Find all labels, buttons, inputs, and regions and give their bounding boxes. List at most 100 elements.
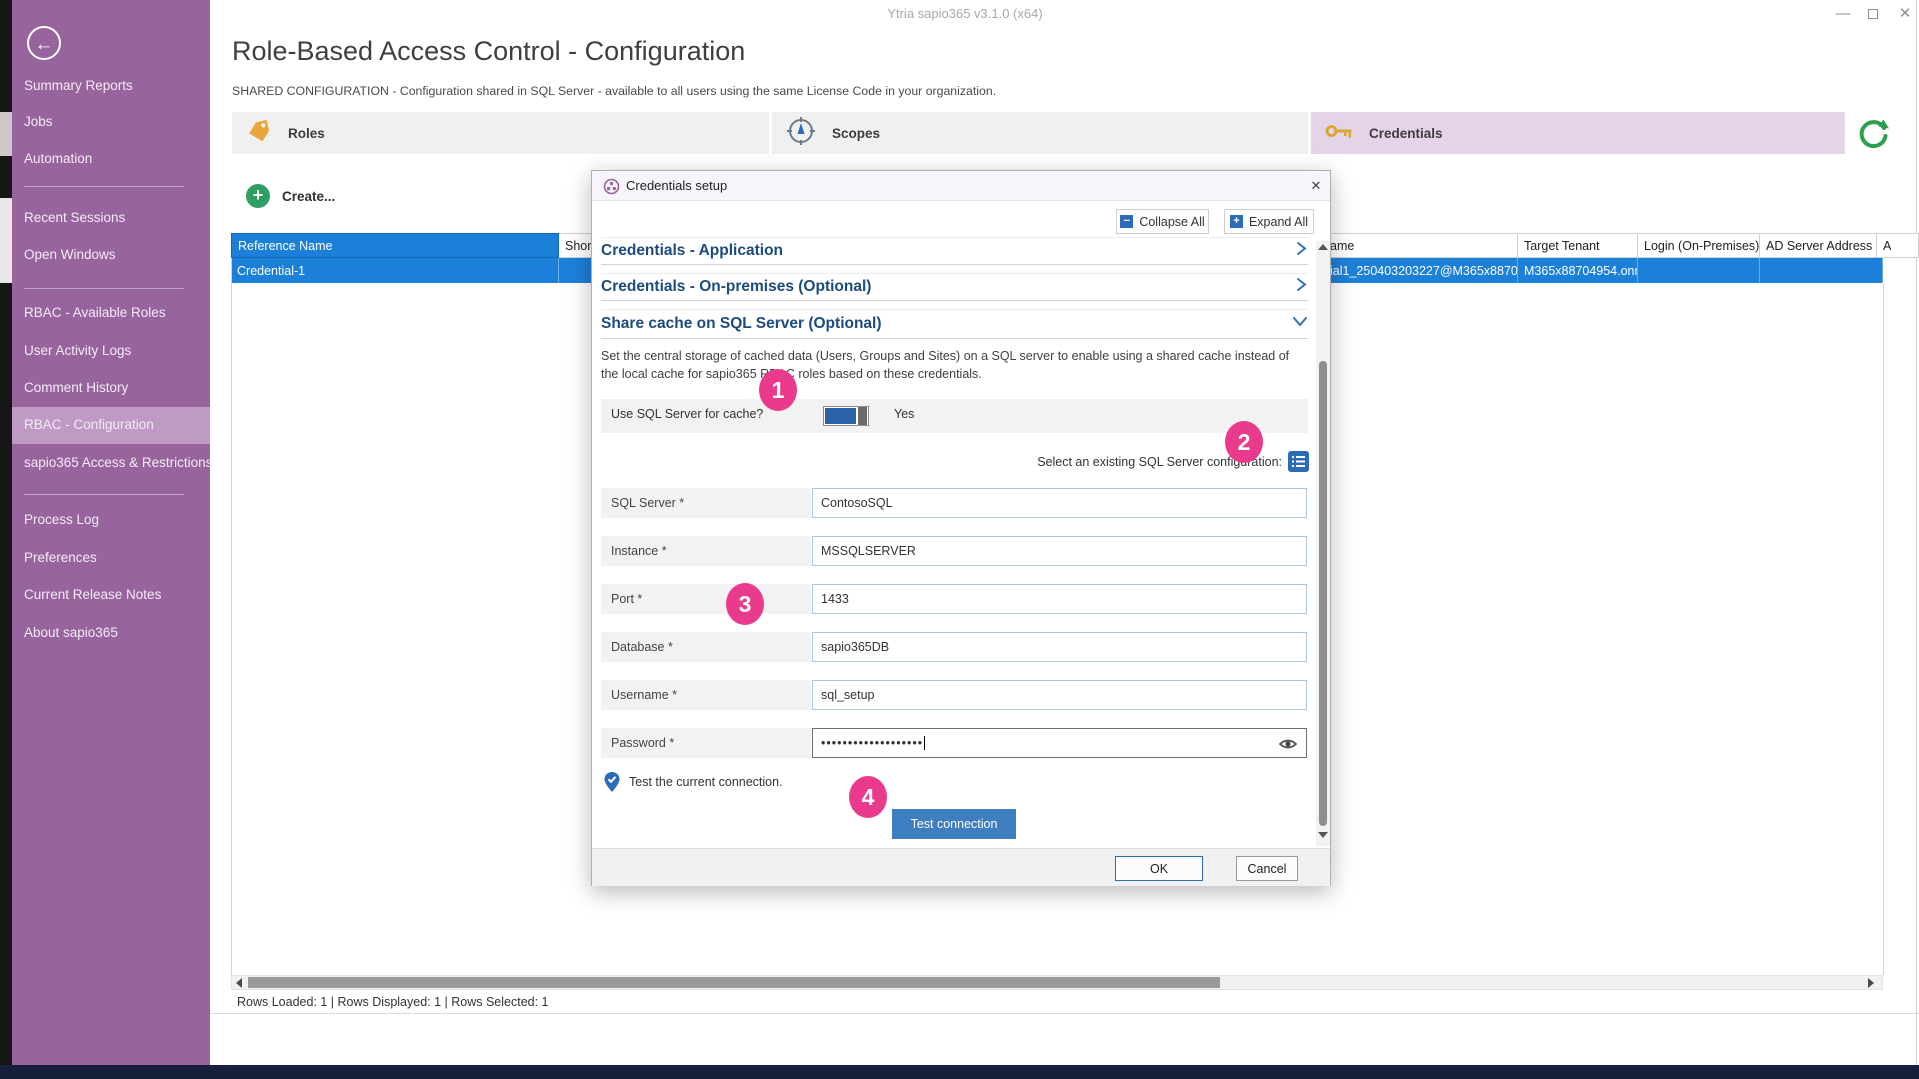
status-bar-text: Rows Loaded: 1 | Rows Displayed: 1 | Row… bbox=[237, 995, 549, 1009]
sidebar-item-comment-history[interactable]: Comment History bbox=[12, 375, 210, 401]
scroll-right-icon[interactable] bbox=[1868, 978, 1874, 988]
section-credentials-on-premises[interactable]: Credentials - On-premises (Optional) bbox=[601, 273, 1308, 301]
section-description: Set the central storage of cached data (… bbox=[601, 347, 1293, 383]
instance-label: Instance * bbox=[601, 536, 811, 566]
sidebar-item-preferences[interactable]: Preferences bbox=[12, 545, 210, 571]
minimize-icon[interactable]: — bbox=[1832, 3, 1854, 25]
toggle-knob[interactable] bbox=[858, 407, 867, 425]
table-row-cell-name-clipped[interactable]: ial1_250403203227@M365x8870 bbox=[1330, 258, 1518, 283]
chevron-down-icon bbox=[1292, 315, 1308, 333]
window-right-edge bbox=[1916, 0, 1917, 1065]
column-header-target-tenant[interactable]: Target Tenant bbox=[1518, 233, 1638, 258]
pin-check-icon bbox=[603, 771, 621, 793]
tab-roles-label: Roles bbox=[288, 126, 325, 141]
sidebar-divider bbox=[24, 186, 184, 187]
chevron-right-icon bbox=[1295, 241, 1308, 261]
section-title: Credentials - Application bbox=[601, 242, 783, 260]
select-existing-config-label: Select an existing SQL Server configurat… bbox=[601, 455, 1282, 469]
app-window: Ytria sapio365 v3.1.0 (x64) — ✕ ← Summar… bbox=[0, 0, 1919, 1079]
dialog-title: Credentials setup bbox=[626, 178, 727, 193]
background-window-fragment bbox=[0, 198, 12, 283]
collapse-all-label: Collapse All bbox=[1139, 215, 1204, 229]
back-arrow-icon[interactable]: ← bbox=[27, 26, 61, 60]
sidebar-item-current-release-notes[interactable]: Current Release Notes bbox=[12, 582, 210, 608]
background-window-fragment bbox=[0, 112, 12, 156]
create-button[interactable]: Create... bbox=[282, 189, 335, 204]
sidebar-item-process-log[interactable]: Process Log bbox=[12, 507, 210, 533]
password-label: Password * bbox=[601, 728, 811, 758]
collapse-all-button[interactable]: − Collapse All bbox=[1116, 209, 1209, 234]
section-title: Credentials - On-premises (Optional) bbox=[601, 278, 871, 296]
tab-scopes-label: Scopes bbox=[832, 126, 880, 141]
column-header-ad-server-address[interactable]: AD Server Address ... bbox=[1760, 233, 1877, 258]
expand-all-button[interactable]: + Expand All bbox=[1224, 209, 1314, 234]
use-sql-server-label: Use SQL Server for cache? bbox=[611, 407, 763, 421]
chevron-right-icon bbox=[1295, 277, 1308, 297]
create-plus-icon[interactable]: + bbox=[246, 184, 270, 208]
table-row-cell[interactable] bbox=[1638, 258, 1760, 283]
column-header-name-clipped[interactable]: ame bbox=[1330, 233, 1518, 258]
column-header-reference-name[interactable]: Reference Name bbox=[231, 233, 559, 258]
sidebar-item-recent-sessions[interactable]: Recent Sessions bbox=[12, 205, 210, 231]
sidebar-item-about-sapio365[interactable]: About sapio365 bbox=[12, 620, 210, 646]
close-icon[interactable]: ✕ bbox=[1894, 3, 1916, 25]
expand-plus-icon: + bbox=[1230, 215, 1243, 228]
section-share-cache-sql-server[interactable]: Share cache on SQL Server (Optional) bbox=[601, 309, 1308, 339]
tab-roles[interactable]: Roles bbox=[232, 112, 769, 154]
table-row-cell-reference-name[interactable]: Credential-1 bbox=[231, 258, 559, 283]
sidebar-item-jobs[interactable]: Jobs bbox=[12, 109, 210, 135]
password-input[interactable]: ••••••••••••••••••• bbox=[812, 728, 1307, 758]
toggle-value-label: Yes bbox=[894, 407, 914, 421]
sidebar-divider bbox=[24, 288, 184, 289]
column-header-clipped[interactable]: A bbox=[1877, 233, 1919, 258]
refresh-icon[interactable] bbox=[1855, 115, 1891, 151]
sql-server-input[interactable]: ContosoSQL bbox=[812, 488, 1307, 518]
key-icon bbox=[1325, 122, 1353, 145]
database-label: Database * bbox=[601, 632, 811, 662]
instance-input[interactable]: MSSQLSERVER bbox=[812, 536, 1307, 566]
scroll-down-icon[interactable] bbox=[1318, 832, 1328, 838]
tag-icon bbox=[246, 118, 272, 149]
tab-credentials[interactable]: Credentials bbox=[1311, 112, 1845, 154]
section-title: Share cache on SQL Server (Optional) bbox=[601, 315, 882, 333]
sidebar-item-open-windows[interactable]: Open Windows bbox=[12, 242, 210, 268]
taskbar-strip bbox=[0, 1065, 1919, 1079]
tab-scopes[interactable]: Scopes bbox=[772, 112, 1308, 154]
annotation-badge-2: 2 bbox=[1225, 421, 1263, 463]
annotation-badge-1: 1 bbox=[759, 369, 797, 411]
status-bar-border bbox=[210, 1013, 1919, 1014]
table-row-cell[interactable] bbox=[1760, 258, 1883, 283]
show-password-eye-icon[interactable] bbox=[1278, 737, 1298, 754]
section-credentials-application[interactable]: Credentials - Application bbox=[601, 237, 1308, 265]
sidebar-item-rbac-configuration[interactable]: RBAC - Configuration bbox=[12, 412, 210, 438]
page-subtitle: SHARED CONFIGURATION - Configuration sha… bbox=[232, 84, 996, 98]
sidebar-item-rbac-available-roles[interactable]: RBAC - Available Roles bbox=[12, 300, 210, 326]
port-input[interactable]: 1433 bbox=[812, 584, 1307, 614]
scroll-up-icon[interactable] bbox=[1318, 244, 1328, 250]
sidebar-item-automation[interactable]: Automation bbox=[12, 146, 210, 172]
sql-config-list-icon[interactable] bbox=[1288, 451, 1309, 472]
sidebar-item-summary-reports[interactable]: Summary Reports bbox=[12, 73, 210, 99]
username-label: Username * bbox=[601, 680, 811, 710]
table-border bbox=[1883, 283, 1884, 975]
background-desktop-strip bbox=[0, 0, 12, 1065]
annotation-badge-3: 3 bbox=[726, 583, 764, 625]
maximize-icon[interactable] bbox=[1868, 9, 1878, 19]
dialog-close-icon[interactable]: ✕ bbox=[1307, 177, 1325, 195]
username-input[interactable]: sql_setup bbox=[812, 680, 1307, 710]
table-border bbox=[231, 258, 232, 975]
column-header-login-on-premises[interactable]: Login (On-Premises) bbox=[1638, 233, 1760, 258]
scroll-left-icon[interactable] bbox=[236, 978, 242, 988]
expand-all-label: Expand All bbox=[1249, 215, 1308, 229]
dialog-scrollbar-thumb[interactable] bbox=[1319, 361, 1327, 826]
table-row-cell-target-tenant[interactable]: M365x88704954.onm bbox=[1518, 258, 1638, 283]
credentials-setup-dialog: Credentials setup ✕ − Collapse All + Exp… bbox=[591, 170, 1331, 886]
page-title: Role-Based Access Control - Configuratio… bbox=[232, 36, 745, 67]
horizontal-scrollbar-thumb[interactable] bbox=[248, 977, 1220, 988]
sidebar-item-sapio365-access-restrictions[interactable]: sapio365 Access & Restrictions bbox=[12, 450, 210, 476]
ok-button[interactable]: OK bbox=[1115, 856, 1203, 881]
database-input[interactable]: sapio365DB bbox=[812, 632, 1307, 662]
test-connection-button[interactable]: Test connection bbox=[892, 809, 1016, 839]
cancel-button[interactable]: Cancel bbox=[1236, 856, 1298, 881]
sidebar-item-user-activity-logs[interactable]: User Activity Logs bbox=[12, 338, 210, 364]
